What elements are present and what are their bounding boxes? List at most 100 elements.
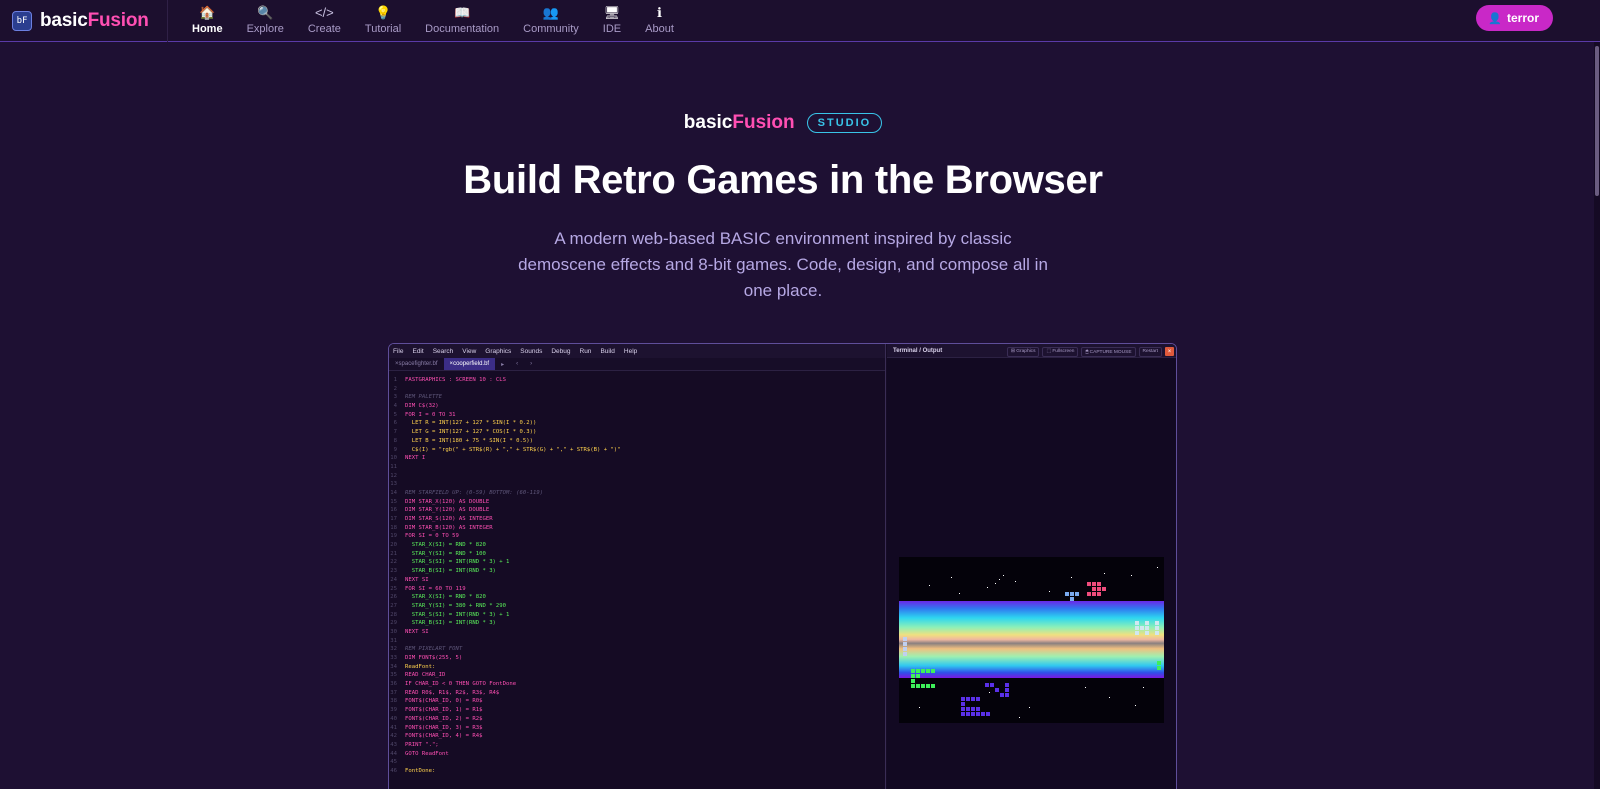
code-line: 35 READ CHAR_ID xyxy=(389,671,886,680)
brand-name: basicFusion xyxy=(683,112,795,133)
tab-control-button[interactable]: › xyxy=(524,358,538,370)
menu-item-file[interactable]: File xyxy=(393,348,403,355)
star-particle xyxy=(987,587,988,588)
sprite-pixel xyxy=(1102,587,1106,591)
info-icon: ℹ xyxy=(657,5,662,20)
code-text: LET G = INT(127 + 127 * COS(I * 0.3)) xyxy=(405,429,537,436)
nav-item-about[interactable]: ℹ About xyxy=(633,0,686,42)
code-text: FontDone: xyxy=(405,767,436,774)
code-text: NEXT SI xyxy=(405,576,429,583)
ide-menubar: File Edit Search View Graphics Sounds Debug Run… xyxy=(389,344,885,358)
editor-tab[interactable]: × spacefighter.bf xyxy=(389,358,444,370)
sprite-pixel xyxy=(961,702,965,706)
scrollbar-thumb[interactable] xyxy=(1595,46,1599,196)
menu-item-edit[interactable]: Edit xyxy=(412,348,423,355)
line-number: 26 xyxy=(390,594,397,601)
game-canvas[interactable] xyxy=(899,557,1164,723)
code-text: DIM STAR_S(120) AS INTEGER xyxy=(405,516,493,522)
code-line: 42 FONT$(CHAR_ID, 4) = R4$ xyxy=(389,732,886,741)
terminal-button[interactable]: ⬚ Fullscreen xyxy=(1042,347,1079,357)
sprite-pixel xyxy=(1092,587,1096,591)
line-number: 25 xyxy=(390,585,397,592)
code-editor[interactable]: 1 FASTGRAPHICS : SCREEN 10 : CLS 2 3 REM PAL… xyxy=(389,376,886,789)
line-number: 41 xyxy=(390,724,397,731)
line-number: 17 xyxy=(390,516,397,522)
code-text: STAR_B(SI) = INT(RND * 3) xyxy=(405,568,496,575)
close-icon[interactable]: × xyxy=(1165,347,1174,356)
terminal-pane: Terminal / Output ⊞ Graphics ⬚ Fullscreen… xyxy=(887,344,1176,789)
nav-item-ide[interactable]: 🖥 IDE xyxy=(591,0,633,42)
logo-text: basicFusion xyxy=(40,9,149,31)
line-number: 19 xyxy=(390,533,397,540)
star-particle xyxy=(1143,687,1144,688)
terminal-button[interactable]: Restart xyxy=(1138,347,1162,357)
code-line: 28 STAR_S(SI) = INT(RND * 3) + 1 xyxy=(389,611,886,620)
nav-item-home[interactable]: 🏠 Home xyxy=(180,0,235,42)
sprite-pixel xyxy=(926,684,930,688)
line-number: 36 xyxy=(390,681,397,688)
line-number: 8 xyxy=(393,437,397,444)
star-particle xyxy=(951,577,952,578)
tab-label: spacefighter.bf xyxy=(398,361,438,367)
menu-item-build[interactable]: Build xyxy=(600,348,614,355)
line-number: 44 xyxy=(390,750,397,757)
menu-item-help[interactable]: Help xyxy=(624,348,637,355)
sprite-pixel xyxy=(903,652,907,656)
sprite-pixel xyxy=(921,684,925,688)
nav-item-documentation[interactable]: 📖 Documentation xyxy=(413,0,511,42)
code-text: LET R = INT(127 + 127 * SIN(I * 0.2)) xyxy=(405,420,537,427)
code-text: FOR SI = 60 TO 119 xyxy=(405,585,466,592)
code-text: GOTO ReadFont xyxy=(405,750,449,757)
star-particle xyxy=(999,579,1000,580)
sprite-pixel xyxy=(911,684,915,688)
user-menu-button[interactable]: 👤 terror xyxy=(1476,5,1553,31)
menu-item-search[interactable]: Search xyxy=(433,348,454,355)
code-line: 43 PRINT "."; xyxy=(389,741,886,750)
code-icon: </> xyxy=(314,5,334,20)
code-text: STAR_B(SI) = INT(RND * 3) xyxy=(405,620,496,627)
sprite-pixel xyxy=(1155,626,1159,630)
nav-item-label: Tutorial xyxy=(364,23,402,35)
logo[interactable]: bF basicFusion xyxy=(0,0,168,42)
code-line: 22 STAR_S(SI) = INT(RND * 3) + 1 xyxy=(389,558,886,567)
tab-control-button[interactable]: ‹ xyxy=(510,358,524,370)
menu-item-sounds[interactable]: Sounds xyxy=(520,348,542,355)
menu-item-run[interactable]: Run xyxy=(580,348,592,355)
menu-item-view[interactable]: View xyxy=(462,348,476,355)
line-number: 38 xyxy=(390,698,397,705)
menu-item-debug[interactable]: Debug xyxy=(551,348,570,355)
line-number: 28 xyxy=(390,611,397,618)
sprite-pixel xyxy=(966,697,970,701)
code-line: 14 REM STARFIELD UP: (0-59) BOTTOM: (60-1… xyxy=(389,489,886,498)
code-text: STAR_X(SI) = RND * 820 xyxy=(405,542,486,549)
nav-menu: 🏠 Home 🔍 Explore </> Create 💡 Tutorial 📖 Document… xyxy=(180,0,686,42)
user-name: terror xyxy=(1506,11,1539,25)
code-line: 9 C$(I) = "rgb(" + STR$(R) + "," + STR$(… xyxy=(389,446,886,455)
star-particle xyxy=(1104,573,1105,574)
menu-item-graphics[interactable]: Graphics xyxy=(485,348,511,355)
sprite-pixel xyxy=(903,647,907,651)
nav-item-tutorial[interactable]: 💡 Tutorial xyxy=(353,0,413,42)
sprite-pixel xyxy=(1140,626,1144,630)
code-line: 25 FOR SI = 60 TO 119 xyxy=(389,585,886,594)
nav-item-label: Community xyxy=(523,23,579,35)
line-number: 6 xyxy=(393,420,397,427)
nav-item-explore[interactable]: 🔍 Explore xyxy=(235,0,296,42)
sprite-pixel xyxy=(976,697,980,701)
line-number: 24 xyxy=(390,576,397,583)
nav-item-create[interactable]: </> Create xyxy=(296,0,353,42)
nav-item-community[interactable]: 👥 Community xyxy=(511,0,591,42)
tab-label: cooperfield.bf xyxy=(453,361,490,367)
code-line: 15 DIM STAR_X(120) AS DOUBLE xyxy=(389,498,886,507)
code-text: STAR_Y(SI) = 380 + RND * 290 xyxy=(405,602,507,609)
terminal-button[interactable]: 🖱 CAPTURE MOUSE xyxy=(1081,347,1136,357)
code-line: 17 DIM STAR_S(120) AS INTEGER xyxy=(389,515,886,524)
tab-control-button[interactable]: ▸ xyxy=(495,358,510,370)
star-particle xyxy=(1015,581,1016,582)
terminal-button[interactable]: ⊞ Graphics xyxy=(1006,347,1040,357)
line-number: 20 xyxy=(390,542,397,549)
sprite-pixel xyxy=(976,707,980,711)
nav-item-label: About xyxy=(645,23,674,35)
terminal-buttons: ⊞ Graphics ⬚ Fullscreen 🖱 CAPTURE MOUSE Res… xyxy=(1006,347,1174,357)
editor-tab[interactable]: × cooperfield.bf xyxy=(443,358,496,370)
